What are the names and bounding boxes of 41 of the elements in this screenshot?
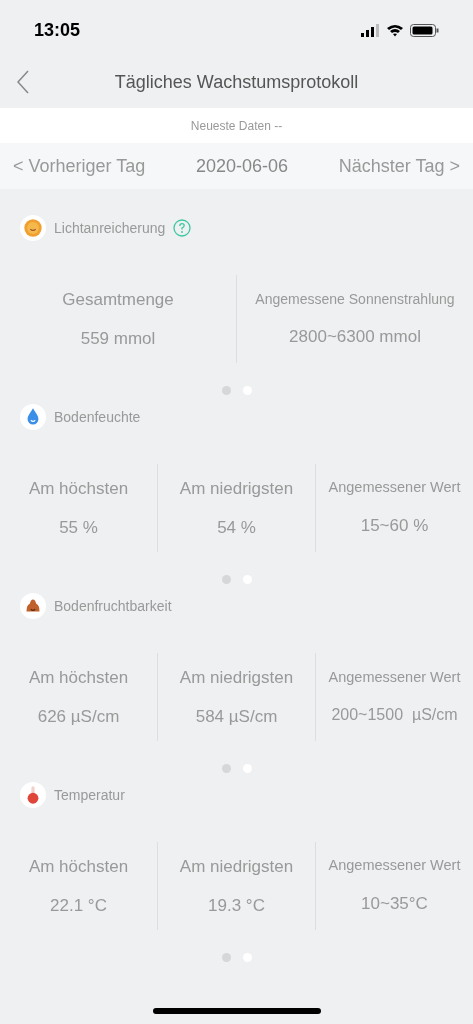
stat-label: Am niedrigsten (179, 477, 294, 500)
stat-label: Angemessene Sonnenstrahlung (255, 289, 455, 309)
stat-value: 10~35°C (361, 893, 428, 916)
help-icon[interactable] (173, 219, 192, 237)
stat-label: Am niedrigsten (179, 666, 294, 689)
stat-label: Am höchsten (28, 855, 129, 878)
sun-icon (20, 215, 46, 241)
stat-value: 626 µS/cm (37, 706, 120, 728)
stat-label: Am höchsten (28, 666, 129, 689)
stat-value: 55 % (59, 517, 98, 539)
thermometer-icon (20, 782, 46, 808)
stat-value: 15~60 % (360, 515, 429, 538)
latest-data-bar: Neueste Daten -- (0, 108, 473, 143)
water-drop-icon (20, 404, 46, 430)
section-title: Lichtanreicherung (54, 218, 166, 238)
stat-value: 2800~6300 mmol (289, 325, 421, 348)
wifi-icon (386, 23, 403, 37)
stat-label: Angemessener Wert (328, 668, 461, 688)
stat-label: Gesamtmenge (62, 288, 174, 311)
stat-value: 559 mmol (80, 328, 156, 350)
page-title: Tägliches Wachstumsprotokoll (114, 70, 359, 94)
section-title: Bodenfeuchte (54, 407, 141, 427)
section-title: Bodenfruchtbarkeit (54, 596, 172, 616)
signal-icon (361, 23, 379, 37)
soil-pile-icon (20, 593, 46, 619)
stat-label: Angemessener Wert (328, 856, 461, 876)
section-title: Temperatur (54, 785, 125, 805)
status-time: 13:05 (34, 18, 81, 42)
battery-icon (410, 23, 439, 37)
stat-value: 19.3 °C (208, 895, 265, 917)
stat-value: 22.1 °C (50, 895, 107, 917)
previous-day-button[interactable]: < Vorheriger Tag (13, 152, 146, 180)
next-day-button[interactable]: Nächster Tag > (338, 152, 460, 180)
stat-value: 54 % (217, 517, 256, 539)
stat-label: Angemessener Wert (328, 478, 461, 498)
back-icon (17, 70, 29, 94)
stat-value: 584 µS/cm (195, 706, 278, 728)
date-label: 2020-06-06 (195, 154, 289, 178)
stat-label: Am niedrigsten (179, 855, 294, 878)
stat-label: Am höchsten (28, 477, 129, 500)
stat-value: 200~1500 µS/cm (331, 704, 458, 725)
